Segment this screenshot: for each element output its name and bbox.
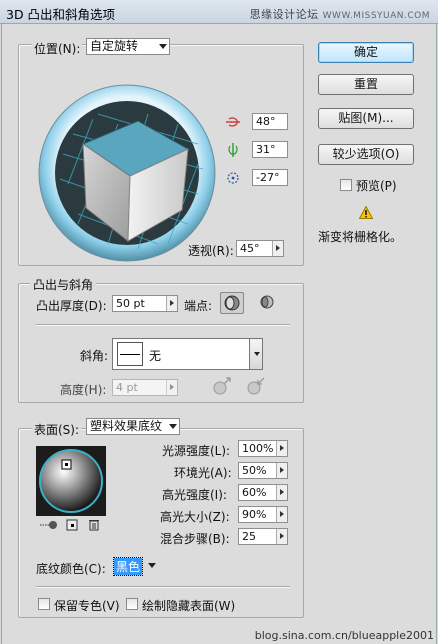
highlight-size-value: 90% bbox=[242, 508, 267, 521]
bevel-height-label: 高度(H): bbox=[60, 383, 107, 397]
map-button[interactable]: 贴图(M)... bbox=[318, 108, 414, 129]
light-intensity-label: 光源强度(L): bbox=[162, 444, 231, 458]
chevron-down-icon bbox=[169, 424, 177, 429]
draw-hidden-label: 绘制隐藏表面(W) bbox=[142, 599, 236, 613]
perspective-stepper[interactable] bbox=[272, 241, 283, 256]
extrude-depth-label: 凸出厚度(D): bbox=[36, 299, 107, 313]
preview-checkbox[interactable] bbox=[340, 179, 352, 191]
footer-watermark: blog.sina.com.cn/blueapple2001 bbox=[254, 629, 434, 642]
blend-steps-stepper[interactable] bbox=[276, 529, 287, 544]
draw-hidden-checkbox[interactable] bbox=[126, 598, 138, 610]
cap-label: 端点: bbox=[184, 299, 213, 313]
perspective-value: 45° bbox=[240, 242, 260, 255]
cap-off-button[interactable] bbox=[256, 292, 278, 314]
new-light-icon[interactable] bbox=[66, 519, 78, 531]
blend-steps-input[interactable]: 25 bbox=[238, 528, 288, 545]
perspective-input[interactable]: 45° bbox=[236, 240, 284, 257]
cap-on-icon bbox=[224, 295, 240, 311]
z-rotation-value: -27° bbox=[256, 171, 280, 184]
chevron-down-icon bbox=[148, 563, 156, 568]
highlight-intensity-label: 高光强度(I): bbox=[162, 488, 227, 502]
z-rotation-input[interactable]: -27° bbox=[252, 169, 288, 186]
shading-color-value: 黑色 bbox=[112, 557, 144, 576]
lighting-sphere-preview[interactable] bbox=[36, 446, 106, 516]
cap-off-icon bbox=[260, 295, 274, 309]
surface-dropdown[interactable]: 塑料效果底纹 bbox=[86, 418, 180, 435]
chevron-down-icon bbox=[254, 352, 260, 356]
bevel-height-stepper[interactable] bbox=[166, 380, 177, 395]
bevel-line bbox=[120, 354, 140, 355]
delete-light-icon[interactable] bbox=[88, 518, 100, 531]
x-rotation-input[interactable]: 48° bbox=[252, 113, 288, 130]
rotation-track-cube[interactable] bbox=[38, 84, 216, 262]
bevel-dropdown-button[interactable] bbox=[250, 338, 263, 370]
ambient-stepper[interactable] bbox=[276, 463, 287, 478]
surface-divider bbox=[36, 586, 290, 587]
position-preset-dropdown[interactable]: 自定旋转 bbox=[86, 38, 170, 55]
watermark-top: 思缘设计论坛 WWW.MISSYUAN.COM bbox=[250, 6, 430, 22]
blend-steps-label: 混合步骤(B): bbox=[160, 532, 230, 546]
watermark-top-url: WWW.MISSYUAN.COM bbox=[322, 11, 430, 21]
reset-button[interactable]: 重置 bbox=[318, 74, 414, 95]
move-light-back-icon[interactable] bbox=[40, 519, 58, 531]
ambient-value: 50% bbox=[242, 464, 267, 477]
bevel-outward-icon[interactable] bbox=[212, 376, 232, 396]
highlight-size-input[interactable]: 90% bbox=[238, 506, 288, 523]
blend-steps-value: 25 bbox=[242, 530, 256, 543]
chevron-down-icon bbox=[159, 44, 167, 49]
highlight-intensity-value: 60% bbox=[242, 486, 267, 499]
warning-text: 渐变将栅格化。 bbox=[318, 230, 403, 244]
preserve-spot-checkbox[interactable] bbox=[38, 598, 50, 610]
y-rotation-value: 31° bbox=[256, 143, 276, 156]
highlight-intensity-stepper[interactable] bbox=[276, 485, 287, 500]
lighting-controls bbox=[36, 518, 106, 532]
surface-value: 塑料效果底纹 bbox=[90, 419, 163, 433]
extrude-depth-stepper[interactable] bbox=[166, 296, 177, 311]
title-bar: 3D 凸出和斜角选项 思缘设计论坛 WWW.MISSYUAN.COM bbox=[0, 0, 438, 24]
bevel-label: 斜角: bbox=[80, 349, 109, 363]
bevel-inward-icon[interactable] bbox=[246, 376, 266, 396]
bevel-height-input[interactable]: 4 pt bbox=[112, 379, 178, 396]
extrude-depth-value: 50 pt bbox=[116, 297, 145, 310]
watermark-top-text: 思缘设计论坛 bbox=[249, 8, 319, 21]
surface-label: 表面(S): bbox=[32, 421, 82, 438]
bevel-dropdown[interactable]: 无 bbox=[112, 338, 250, 370]
y-rotation-input[interactable]: 31° bbox=[252, 141, 288, 158]
y-rotation-icon bbox=[228, 143, 238, 157]
shading-color-label: 底纹颜色(C): bbox=[36, 562, 106, 576]
z-rotation-icon bbox=[227, 172, 239, 184]
bevel-value: 无 bbox=[149, 349, 162, 363]
position-preset-value: 自定旋转 bbox=[90, 39, 139, 53]
x-rotation-icon bbox=[226, 117, 240, 127]
light-intensity-value: 100% bbox=[242, 442, 274, 455]
bevel-preview bbox=[117, 342, 143, 366]
window-title: 3D 凸出和斜角选项 bbox=[6, 7, 116, 22]
position-label: 位置(N): bbox=[32, 40, 83, 57]
x-rotation-value: 48° bbox=[256, 115, 276, 128]
extrude-depth-input[interactable]: 50 pt bbox=[112, 295, 178, 312]
light-intensity-input[interactable]: 100% bbox=[238, 440, 288, 457]
extrude-divider bbox=[36, 324, 290, 325]
extrude-bevel-label: 凸出与斜角 bbox=[30, 276, 97, 293]
bevel-height-value: 4 pt bbox=[116, 381, 138, 394]
ambient-input[interactable]: 50% bbox=[238, 462, 288, 479]
cap-on-button[interactable] bbox=[220, 292, 244, 314]
warning-icon bbox=[359, 206, 373, 219]
ok-button[interactable]: 确定 bbox=[318, 42, 414, 63]
shading-color-dropdown[interactable]: 黑色 bbox=[112, 557, 160, 576]
highlight-size-stepper[interactable] bbox=[276, 507, 287, 522]
perspective-label: 透视(R): bbox=[188, 244, 234, 258]
highlight-intensity-input[interactable]: 60% bbox=[238, 484, 288, 501]
ambient-label: 环境光(A): bbox=[174, 466, 232, 480]
fewer-options-button[interactable]: 较少选项(O) bbox=[318, 144, 414, 165]
light-intensity-stepper[interactable] bbox=[276, 441, 287, 456]
highlight-size-label: 高光大小(Z): bbox=[160, 510, 230, 524]
preview-label: 预览(P) bbox=[356, 179, 397, 193]
preserve-spot-label: 保留专色(V) bbox=[54, 599, 120, 613]
